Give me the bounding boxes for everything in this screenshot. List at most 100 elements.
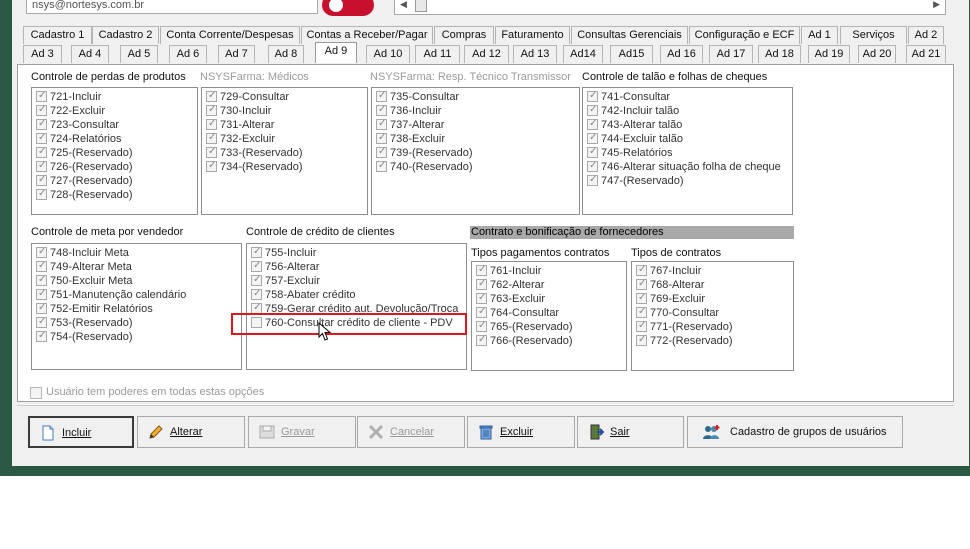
- checkbox-item[interactable]: 728-(Reservado): [34, 187, 195, 202]
- checkbox-item[interactable]: 769-Excluir: [634, 291, 791, 306]
- tab-ad-10[interactable]: Ad 10: [366, 45, 410, 63]
- checkbox-item[interactable]: 725-(Reservado): [34, 145, 195, 160]
- tab-ad-7[interactable]: Ad 7: [218, 45, 255, 63]
- checkbox[interactable]: [476, 319, 487, 333]
- checkbox-item[interactable]: 762-Alterar: [474, 277, 624, 292]
- checkbox[interactable]: [587, 89, 598, 103]
- toggle-switch[interactable]: [322, 0, 374, 16]
- tab-ad-21[interactable]: Ad 21: [906, 45, 946, 63]
- gravar-button[interactable]: Gravar: [248, 416, 356, 448]
- scroll-thumb[interactable]: [415, 0, 427, 12]
- checkbox-item[interactable]: 722-Excluir: [34, 103, 195, 118]
- checkbox-item[interactable]: 757-Excluir: [249, 273, 464, 288]
- tab-ad14[interactable]: Ad14: [563, 45, 603, 63]
- tab-ad-2[interactable]: Ad 2: [908, 26, 944, 44]
- checkbox-item[interactable]: 743-Alterar talão: [585, 117, 790, 132]
- cancelar-button[interactable]: Cancelar: [357, 416, 465, 448]
- checkbox[interactable]: [36, 259, 47, 273]
- checkbox[interactable]: [36, 301, 47, 315]
- checkbox[interactable]: [376, 145, 387, 159]
- checkbox[interactable]: [206, 145, 217, 159]
- checkbox[interactable]: [587, 103, 598, 117]
- checkbox-item[interactable]: 767-Incluir: [634, 263, 791, 278]
- checkbox[interactable]: [376, 131, 387, 145]
- checkbox[interactable]: [36, 131, 47, 145]
- checkbox[interactable]: [587, 145, 598, 159]
- checkbox-item[interactable]: 749-Alterar Meta: [34, 259, 239, 274]
- horizontal-scrollbar[interactable]: ◀ ▶: [394, 0, 946, 15]
- checkbox-item[interactable]: 744-Excluir talão: [585, 131, 790, 146]
- checkbox[interactable]: [587, 131, 598, 145]
- checkbox[interactable]: [36, 89, 47, 103]
- tab-conta-corrente-despesas[interactable]: Conta Corrente/Despesas: [160, 26, 300, 44]
- checkbox-item[interactable]: 764-Consultar: [474, 305, 624, 320]
- tab-ad-8[interactable]: Ad 8: [268, 45, 304, 63]
- checkbox[interactable]: [206, 159, 217, 173]
- tab-ad-5[interactable]: Ad 5: [120, 45, 158, 63]
- checkbox-item[interactable]: 726-(Reservado): [34, 159, 195, 174]
- checkbox[interactable]: [476, 291, 487, 305]
- checkbox-item[interactable]: 742-Incluir talão: [585, 103, 790, 118]
- checkbox-item[interactable]: 756-Alterar: [249, 259, 464, 274]
- checkbox-item[interactable]: 734-(Reservado): [204, 159, 365, 174]
- checkbox-item[interactable]: 736-Incluir: [374, 103, 577, 118]
- checkbox-item[interactable]: 755-Incluir: [249, 245, 464, 260]
- tab-servi-os[interactable]: Serviços: [840, 26, 907, 44]
- checkbox[interactable]: [376, 103, 387, 117]
- checkbox[interactable]: [476, 305, 487, 319]
- checkbox-item[interactable]: 738-Excluir: [374, 131, 577, 146]
- tab-ad-3[interactable]: Ad 3: [23, 45, 62, 63]
- checkbox[interactable]: [476, 277, 487, 291]
- tab-faturamento[interactable]: Faturamento: [495, 26, 570, 44]
- checkbox-item[interactable]: 746-Alterar situação folha de cheque: [585, 159, 790, 174]
- cadastro-grupos-button[interactable]: Cadastro de grupos de usuários: [687, 416, 903, 448]
- checkbox-item[interactable]: 724-Relatórios: [34, 131, 195, 146]
- checkbox[interactable]: [36, 173, 47, 187]
- checkbox-item[interactable]: 752-Emitir Relatórios: [34, 301, 239, 316]
- checkbox[interactable]: [587, 159, 598, 173]
- checkbox[interactable]: [636, 277, 647, 291]
- tab-ad-1[interactable]: Ad 1: [801, 26, 838, 44]
- tab-cadastro-1[interactable]: Cadastro 1: [23, 26, 92, 44]
- checkbox-item[interactable]: 731-Alterar: [204, 117, 365, 132]
- checkbox-item[interactable]: 747-(Reservado): [585, 173, 790, 188]
- checkbox-item[interactable]: 745-Relatórios: [585, 145, 790, 160]
- checkbox-item[interactable]: 732-Excluir: [204, 131, 365, 146]
- tab-configura-o-e-ecf[interactable]: Configuração e ECF: [689, 26, 800, 44]
- checkbox[interactable]: [636, 291, 647, 305]
- checkbox-item[interactable]: 751-Manutenção calendário: [34, 287, 239, 302]
- checkbox-item[interactable]: 772-(Reservado): [634, 333, 791, 348]
- checkbox-item[interactable]: 730-Incluir: [204, 103, 365, 118]
- checkbox-item[interactable]: 761-Incluir: [474, 263, 624, 278]
- scroll-right-icon[interactable]: ▶: [933, 0, 940, 10]
- checkbox-item[interactable]: 758-Abater crédito: [249, 287, 464, 302]
- checkbox-item[interactable]: 723-Consultar: [34, 117, 195, 132]
- alterar-button[interactable]: Alterar: [137, 416, 245, 448]
- checkbox-item[interactable]: 754-(Reservado): [34, 329, 239, 344]
- incluir-button[interactable]: Incluir: [28, 416, 134, 448]
- checkbox-item[interactable]: 741-Consultar: [585, 89, 790, 104]
- checkbox-item[interactable]: 733-(Reservado): [204, 145, 365, 160]
- checkbox[interactable]: [206, 103, 217, 117]
- checkbox[interactable]: [206, 117, 217, 131]
- checkbox-item[interactable]: 739-(Reservado): [374, 145, 577, 160]
- tab-ad-4[interactable]: Ad 4: [71, 45, 109, 63]
- tab-ad15[interactable]: Ad15: [610, 45, 653, 63]
- checkbox[interactable]: [376, 117, 387, 131]
- tab-ad-11[interactable]: Ad 11: [415, 45, 460, 63]
- tab-ad-20[interactable]: Ad 20: [858, 45, 896, 63]
- checkbox[interactable]: [251, 273, 262, 287]
- tab-consultas-gerenciais[interactable]: Consultas Gerenciais: [571, 26, 688, 44]
- checkbox[interactable]: [206, 131, 217, 145]
- checkbox-item[interactable]: 748-Incluir Meta: [34, 245, 239, 260]
- checkbox-item[interactable]: 729-Consultar: [204, 89, 365, 104]
- tab-ad-12[interactable]: Ad 12: [464, 45, 509, 63]
- checkbox-item[interactable]: 768-Alterar: [634, 277, 791, 292]
- checkbox[interactable]: [206, 89, 217, 103]
- checkbox[interactable]: [36, 245, 47, 259]
- tab-ad-9[interactable]: Ad 9: [315, 42, 357, 63]
- tab-compras[interactable]: Compras: [434, 26, 494, 44]
- checkbox-item[interactable]: 740-(Reservado): [374, 159, 577, 174]
- checkbox-item[interactable]: 727-(Reservado): [34, 173, 195, 188]
- checkbox[interactable]: [251, 287, 262, 301]
